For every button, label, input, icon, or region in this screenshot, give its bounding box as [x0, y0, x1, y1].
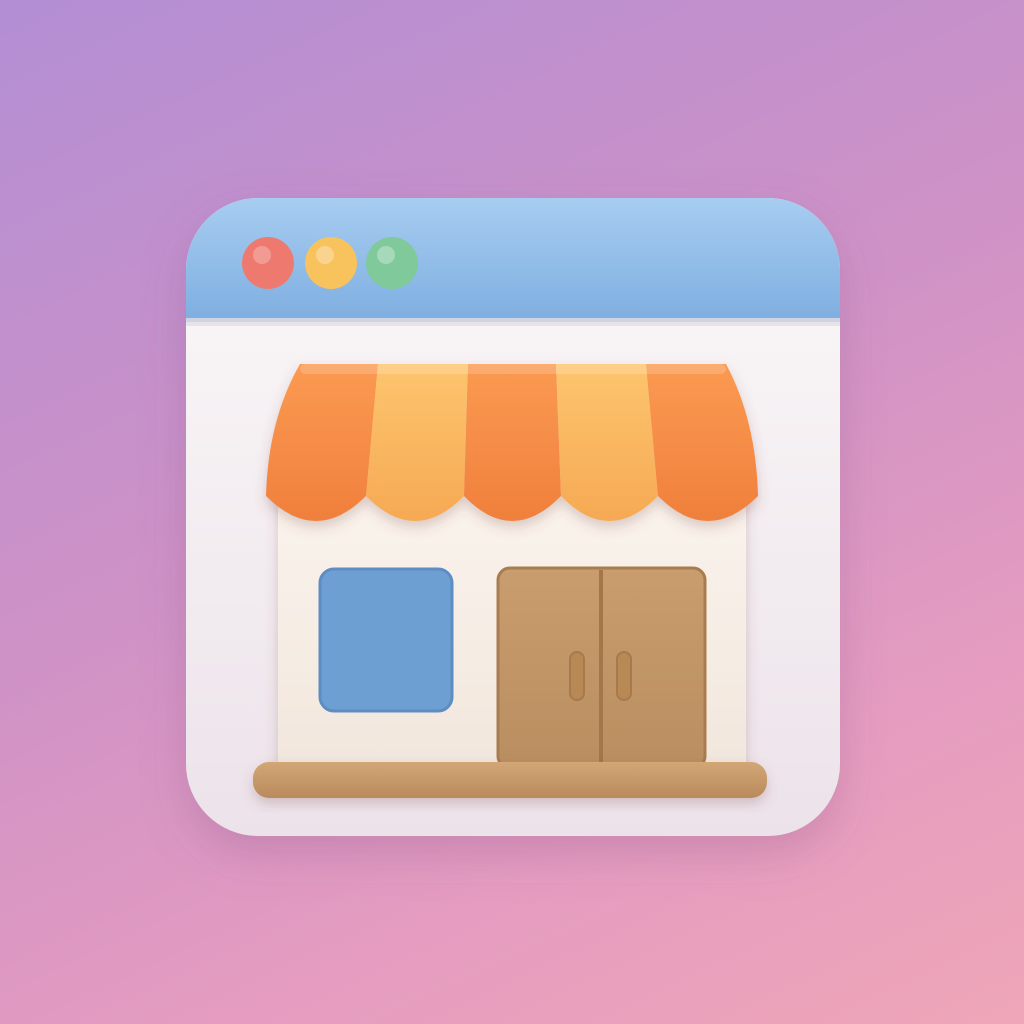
door-handle-left [569, 651, 585, 701]
shop-door-icon [496, 566, 707, 770]
awning-icon [266, 364, 758, 521]
door-handle-right [616, 651, 632, 701]
close-dot-icon [242, 237, 294, 289]
base-ledge [253, 762, 767, 798]
window-controls [242, 237, 418, 289]
shop-window-icon [320, 569, 452, 711]
online-store-illustration [0, 0, 1024, 1024]
minimize-dot-icon [305, 237, 357, 289]
maximize-dot-icon [366, 237, 418, 289]
store-window-icon [186, 198, 840, 836]
